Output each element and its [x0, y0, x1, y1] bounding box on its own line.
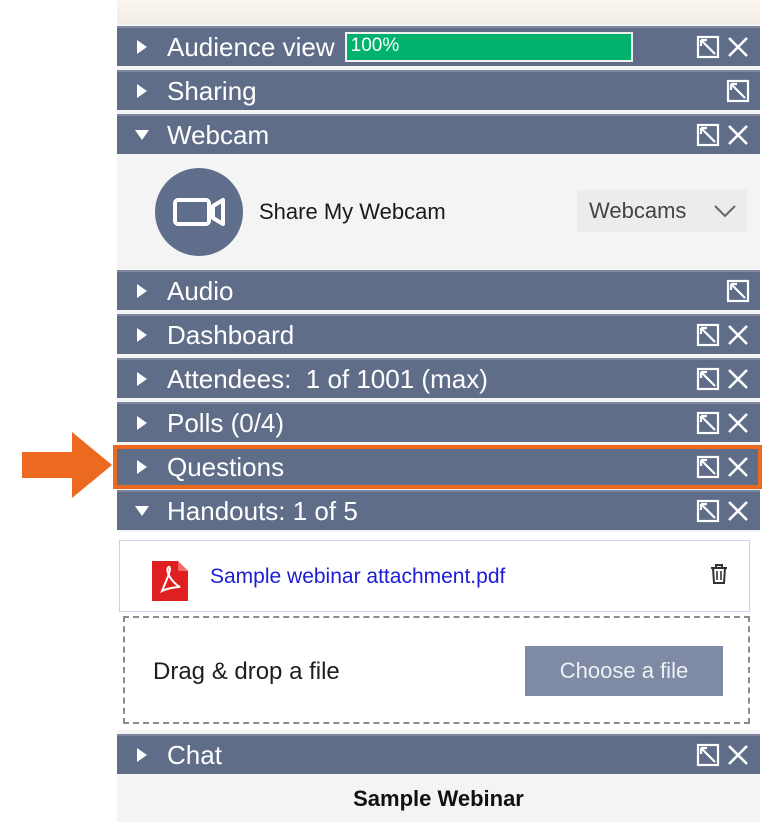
close-icon[interactable]: [726, 323, 750, 347]
webcam-title: Webcam: [167, 119, 270, 150]
triangle-right-icon[interactable]: [137, 328, 147, 342]
handouts-header[interactable]: Handouts: 1 of 5: [117, 490, 760, 530]
chevron-down-icon: [714, 205, 736, 218]
close-icon[interactable]: [726, 411, 750, 435]
dropzone-label: Drag & drop a file: [153, 658, 340, 685]
arrow-right-icon: [22, 432, 112, 498]
webcam-select[interactable]: Webcams: [577, 190, 747, 232]
dashboard-title: Dashboard: [167, 319, 295, 350]
trash-icon[interactable]: [709, 563, 729, 585]
polls-title: Polls (0/4): [167, 407, 285, 438]
webcam-header[interactable]: Webcam: [117, 114, 760, 154]
pdf-file-icon: [152, 561, 188, 601]
popout-icon[interactable]: [726, 279, 750, 303]
triangle-right-icon[interactable]: [137, 84, 147, 98]
popout-icon[interactable]: [696, 323, 720, 347]
attendees-header[interactable]: Attendees: 1 of 1001 (max): [117, 358, 760, 398]
panel-top-band: [117, 0, 760, 24]
chat-title: Chat: [167, 739, 222, 770]
popout-icon[interactable]: [696, 367, 720, 391]
webcam-body: Share My Webcam Webcams: [117, 156, 760, 270]
choose-file-button[interactable]: Choose a file: [525, 646, 723, 696]
audio-header[interactable]: Audio: [117, 270, 760, 310]
share-webcam-button[interactable]: [155, 168, 243, 256]
popout-icon[interactable]: [726, 79, 750, 103]
questions-highlight-box: [113, 445, 762, 489]
popout-icon[interactable]: [696, 743, 720, 767]
popout-icon[interactable]: [696, 123, 720, 147]
sharing-header[interactable]: Sharing: [117, 70, 760, 110]
file-dropzone[interactable]: Drag & drop a file Choose a file: [123, 616, 750, 724]
control-panel: Audience view 100% Sharing Webcam Share …: [117, 0, 760, 822]
close-icon[interactable]: [726, 743, 750, 767]
chat-header[interactable]: Chat: [117, 734, 760, 774]
webcam-select-value: Webcams: [589, 198, 687, 223]
close-icon[interactable]: [726, 499, 750, 523]
popout-icon[interactable]: [696, 499, 720, 523]
audience-view-header[interactable]: Audience view 100%: [117, 26, 760, 66]
audience-view-title: Audience view: [167, 31, 335, 62]
popout-icon[interactable]: [696, 411, 720, 435]
sharing-title: Sharing: [167, 75, 257, 106]
triangle-right-icon[interactable]: [137, 284, 147, 298]
audio-title: Audio: [167, 275, 234, 306]
triangle-right-icon[interactable]: [137, 40, 147, 54]
triangle-down-icon[interactable]: [135, 130, 149, 140]
handout-file-link[interactable]: Sample webinar attachment.pdf: [210, 565, 505, 589]
webinar-title: Sample Webinar: [353, 786, 524, 811]
polls-header[interactable]: Polls (0/4): [117, 402, 760, 442]
triangle-right-icon[interactable]: [137, 372, 147, 386]
triangle-right-icon[interactable]: [137, 748, 147, 762]
handouts-body: Sample webinar attachment.pdf Drag & dro…: [117, 532, 760, 730]
handouts-title: Handouts: 1 of 5: [167, 495, 358, 526]
audience-view-progress: 100%: [344, 32, 633, 62]
handout-file-row: Sample webinar attachment.pdf: [119, 540, 750, 612]
close-icon[interactable]: [726, 367, 750, 391]
progress-label: 100%: [350, 35, 400, 56]
triangle-right-icon[interactable]: [137, 416, 147, 430]
close-icon[interactable]: [726, 123, 750, 147]
share-webcam-label: Share My Webcam: [259, 199, 446, 224]
close-icon[interactable]: [726, 35, 750, 59]
triangle-down-icon[interactable]: [135, 506, 149, 516]
dashboard-header[interactable]: Dashboard: [117, 314, 760, 354]
video-camera-icon: [173, 198, 225, 226]
popout-icon[interactable]: [696, 35, 720, 59]
attendees-title: Attendees: 1 of 1001 (max): [167, 363, 488, 394]
